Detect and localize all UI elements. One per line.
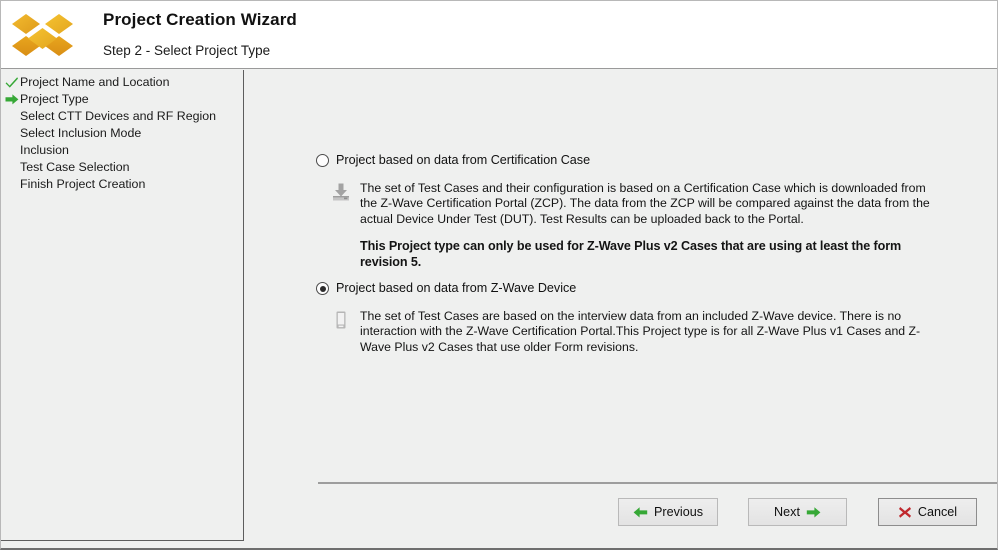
arrow-left-icon (633, 506, 648, 519)
sidebar-item-label: Test Case Selection (20, 160, 130, 174)
wizard-main-content: Project based on data from Certification… (245, 70, 997, 548)
header-text-group: Project Creation Wizard Step 2 - Select … (103, 10, 297, 59)
download-icon (330, 182, 352, 204)
footer-separator (318, 482, 997, 484)
option-z-wave-device[interactable]: Project based on data from Z-Wave Device… (316, 280, 956, 355)
wizard-window: Project Creation Wizard Step 2 - Select … (0, 0, 998, 550)
option-z-wave-device-header[interactable]: Project based on data from Z-Wave Device (316, 280, 956, 297)
arrow-right-icon (806, 506, 821, 519)
option-certification-case-text-group: The set of Test Cases and their configur… (360, 181, 945, 270)
sidebar-item-label: Project Name and Location (20, 75, 170, 89)
arrow-right-icon (4, 92, 19, 107)
radio-certification-case[interactable] (316, 154, 329, 167)
option-certification-case-label: Project based on data from Certification… (336, 153, 591, 167)
wizard-header: Project Creation Wizard Step 2 - Select … (1, 1, 997, 69)
wizard-footer: Previous Next Cancel (245, 498, 997, 548)
page-subtitle: Step 2 - Select Project Type (103, 43, 271, 58)
device-icon (330, 310, 352, 332)
sidebar-item-label: Project Type (20, 92, 89, 106)
sidebar-item-label: Select Inclusion Mode (20, 126, 142, 140)
wizard-step-sidebar: Project Name and Location Project Type S… (1, 70, 244, 541)
option-z-wave-device-text-group: The set of Test Cases are based on the i… (360, 309, 945, 355)
check-icon (4, 75, 19, 90)
option-certification-case-note: This Project type can only be used for Z… (360, 239, 902, 269)
next-button-label: Next (774, 505, 800, 519)
cancel-button[interactable]: Cancel (878, 498, 977, 526)
sidebar-item-label: Finish Project Creation (20, 177, 146, 191)
step-icon-placeholder (4, 126, 19, 141)
option-z-wave-device-description: The set of Test Cases are based on the i… (360, 309, 921, 354)
step-icon-placeholder (4, 160, 19, 175)
radio-z-wave-device[interactable] (316, 282, 329, 295)
option-certification-case[interactable]: Project based on data from Certification… (316, 152, 956, 270)
step-icon-placeholder (4, 177, 19, 192)
page-title: Project Creation Wizard (103, 10, 297, 29)
close-icon (898, 506, 912, 519)
sidebar-item-project-name-and-location[interactable]: Project Name and Location (1, 74, 243, 91)
option-certification-case-header[interactable]: Project based on data from Certification… (316, 152, 956, 169)
previous-button-label: Previous (654, 505, 703, 519)
sidebar-item-select-inclusion-mode[interactable]: Select Inclusion Mode (1, 125, 243, 142)
dropbox-style-diamond-logo (7, 5, 81, 65)
cancel-button-label: Cancel (917, 505, 958, 519)
step-icon-placeholder (4, 109, 19, 124)
sidebar-item-label: Inclusion (20, 143, 69, 157)
step-icon-placeholder (4, 143, 19, 158)
sidebar-item-test-case-selection[interactable]: Test Case Selection (1, 159, 243, 176)
sidebar-item-inclusion[interactable]: Inclusion (1, 142, 243, 159)
previous-button[interactable]: Previous (618, 498, 718, 526)
option-z-wave-device-label: Project based on data from Z-Wave Device (336, 281, 577, 295)
option-z-wave-device-body: The set of Test Cases are based on the i… (316, 309, 956, 355)
next-button[interactable]: Next (748, 498, 847, 526)
option-certification-case-description: The set of Test Cases and their configur… (360, 181, 930, 226)
sidebar-item-finish-project-creation[interactable]: Finish Project Creation (1, 176, 243, 193)
sidebar-item-label: Select CTT Devices and RF Region (20, 109, 217, 123)
sidebar-item-select-ctt-devices-and-rf-region[interactable]: Select CTT Devices and RF Region (1, 108, 243, 125)
option-certification-case-body: The set of Test Cases and their configur… (316, 181, 956, 270)
sidebar-item-project-type[interactable]: Project Type (1, 91, 243, 108)
